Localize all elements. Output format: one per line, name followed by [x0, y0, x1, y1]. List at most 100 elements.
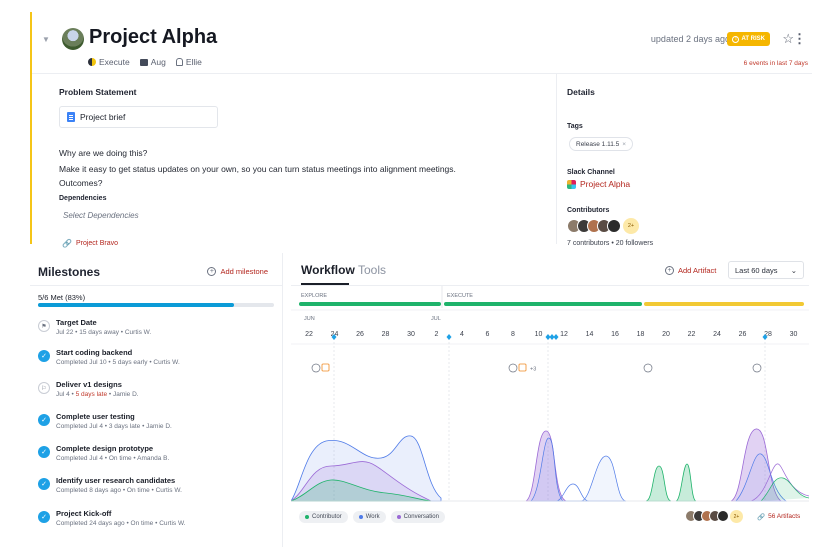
- day-tick-label: 30: [790, 331, 798, 338]
- milestone-item[interactable]: ✓ Complete design prototype Completed Ju…: [38, 444, 274, 474]
- artifact-contributor-avatars[interactable]: 2+: [685, 510, 743, 523]
- phase-bar-late[interactable]: [644, 302, 804, 306]
- check-icon: ✓: [38, 511, 50, 523]
- dependency-link[interactable]: 🔗 Project Bravo: [62, 239, 118, 248]
- artifact-icon[interactable]: [321, 363, 330, 372]
- status-badge[interactable]: ! AT RISK: [727, 32, 770, 46]
- workflow-panel: Workflow Tools + Add Artifact Last 60 da…: [291, 253, 809, 547]
- legend-dot: [358, 515, 363, 519]
- problem-statement-section: Problem Statement Project brief Why are …: [32, 74, 556, 248]
- problem-line-outcomes: Outcomes?: [59, 178, 103, 188]
- milestone-item[interactable]: ✓ Project Kick-off Completed 24 days ago…: [38, 509, 274, 535]
- day-tick-label: 22: [688, 331, 696, 338]
- day-tick-label: 28: [382, 331, 390, 338]
- artifact-icon[interactable]: [518, 363, 527, 372]
- add-milestone-button[interactable]: + Add milestone: [207, 267, 268, 276]
- flag-icon: ⚐: [38, 382, 50, 394]
- tag-label: Release 1.11.5: [576, 140, 620, 148]
- avatar[interactable]: [607, 219, 621, 233]
- legend-contributor[interactable]: Contributor: [299, 511, 348, 523]
- more-contributors-badge[interactable]: 2+: [623, 218, 639, 234]
- details-section: Details Tags Release 1.11.5 × Slack Chan…: [556, 74, 812, 247]
- check-icon: ✓: [38, 478, 50, 490]
- lightbulb-icon[interactable]: [752, 363, 762, 373]
- day-tick-label: 18: [637, 331, 645, 338]
- legend-label: Contributor: [312, 514, 342, 520]
- project-card: ▼ Project Alpha Execute Aug Ellie update…: [30, 12, 812, 248]
- day-tick-label: 26: [356, 331, 364, 338]
- month-meta[interactable]: Aug: [139, 57, 166, 67]
- phase-label: Execute: [99, 57, 130, 67]
- milestone-diamond[interactable]: [553, 334, 559, 340]
- slack-channel-link[interactable]: Project Alpha: [567, 179, 630, 189]
- tab-tools[interactable]: Tools: [358, 263, 386, 277]
- more-events-badge[interactable]: +3: [530, 367, 536, 373]
- status-badge-label: AT RISK: [741, 36, 765, 42]
- contributor-curve-b[interactable]: [675, 463, 697, 502]
- month-label-jun: JUN: [304, 316, 315, 322]
- flag-icon: ⚑: [38, 320, 50, 332]
- milestone-subtitle: Completed 24 days ago • On time • Curtis…: [56, 520, 186, 527]
- more-options-icon[interactable]: ⋮: [793, 31, 806, 47]
- phase-meta[interactable]: Execute: [88, 57, 130, 67]
- milestone-item[interactable]: ⚑ Target Date Jul 22 • 15 days away • Cu…: [38, 318, 274, 348]
- legend-label: Work: [365, 514, 380, 520]
- tag-chip[interactable]: Release 1.11.5 ×: [569, 137, 634, 151]
- details-title: Details: [567, 87, 595, 97]
- day-tick-label: 22: [305, 331, 313, 338]
- document-icon: [67, 112, 75, 122]
- owner-meta[interactable]: Ellie: [175, 57, 202, 67]
- project-brief-link[interactable]: Project brief: [59, 106, 218, 128]
- date-range-select[interactable]: Last 60 days ⌄: [728, 261, 804, 279]
- dependencies-select[interactable]: Select Dependencies: [63, 211, 139, 220]
- lightbulb-icon[interactable]: [508, 363, 518, 373]
- artifacts-link[interactable]: 🔗 56 Artifacts: [757, 513, 800, 521]
- legend-work[interactable]: Work: [352, 511, 386, 523]
- milestone-title: Complete user testing: [56, 412, 135, 421]
- avatar[interactable]: [717, 510, 729, 522]
- milestone-item[interactable]: ✓ Identify user research candidates Comp…: [38, 476, 274, 506]
- day-tick-label: 26: [739, 331, 747, 338]
- remove-tag-icon[interactable]: ×: [622, 141, 626, 148]
- date-range-value: Last 60 days: [735, 265, 778, 275]
- milestones-progress-bar: [38, 303, 274, 307]
- phase-bar-execute[interactable]: [444, 302, 642, 306]
- milestones-met-text: 5/6 Met (83%): [38, 293, 86, 302]
- milestone-subtitle: Completed Jul 4 • 3 days late • Jamie D.: [56, 423, 172, 430]
- day-tick-label: 6: [486, 331, 490, 338]
- milestone-item[interactable]: ✓ Complete user testing Completed Jul 4 …: [38, 412, 274, 442]
- collapse-caret-icon[interactable]: ▼: [40, 34, 52, 46]
- check-icon: ✓: [38, 350, 50, 362]
- artifacts-label: 56 Artifacts: [768, 513, 801, 520]
- milestone-item[interactable]: ⚐ Deliver v1 designs Jul 4 • 5 days late…: [38, 380, 274, 410]
- dependency-label: Project Bravo: [75, 240, 118, 247]
- project-header: ▼ Project Alpha Execute Aug Ellie update…: [32, 12, 812, 74]
- add-artifact-button[interactable]: + Add Artifact: [665, 266, 716, 275]
- add-milestone-label: Add milestone: [220, 267, 268, 276]
- contributor-avatars[interactable]: 2+: [567, 218, 639, 234]
- link-icon: 🔗: [62, 239, 72, 248]
- more-avatars-badge[interactable]: 2+: [730, 510, 743, 523]
- workflow-timeline[interactable]: EXPLORE EXECUTE JUN JUL 22 24 26 28 30 2 4 6 8 10…: [291, 286, 809, 508]
- milestone-diamond[interactable]: [446, 334, 452, 340]
- add-artifact-label: Add Artifact: [678, 266, 717, 275]
- events-count: 6 events in last 7 days: [743, 60, 808, 67]
- milestones-panel: Milestones + Add milestone 5/6 Met (83%)…: [30, 253, 283, 547]
- phase-bar-explore[interactable]: [299, 302, 441, 306]
- phase-label-explore: EXPLORE: [301, 293, 327, 299]
- milestone-title: Target Date: [56, 318, 97, 327]
- calendar-icon: [139, 58, 148, 66]
- lightbulb-icon[interactable]: [311, 363, 321, 373]
- tab-workflow[interactable]: Workflow: [301, 263, 355, 277]
- contributor-curve-a[interactable]: [645, 465, 672, 502]
- lightbulb-icon[interactable]: [643, 363, 653, 373]
- milestones-title: Milestones: [38, 265, 101, 279]
- milestone-item[interactable]: ✓ Start coding backend Completed Jul 10 …: [38, 348, 274, 378]
- project-avatar: [62, 28, 84, 50]
- phase-icon: [88, 58, 96, 66]
- event-pins[interactable]: +3: [311, 363, 762, 373]
- legend-conversation[interactable]: Conversation: [390, 511, 445, 523]
- legend: Contributor Work Conversation: [299, 511, 445, 523]
- milestone-date: Jul 4 •: [56, 391, 76, 398]
- work-curve-b[interactable]: [580, 455, 627, 502]
